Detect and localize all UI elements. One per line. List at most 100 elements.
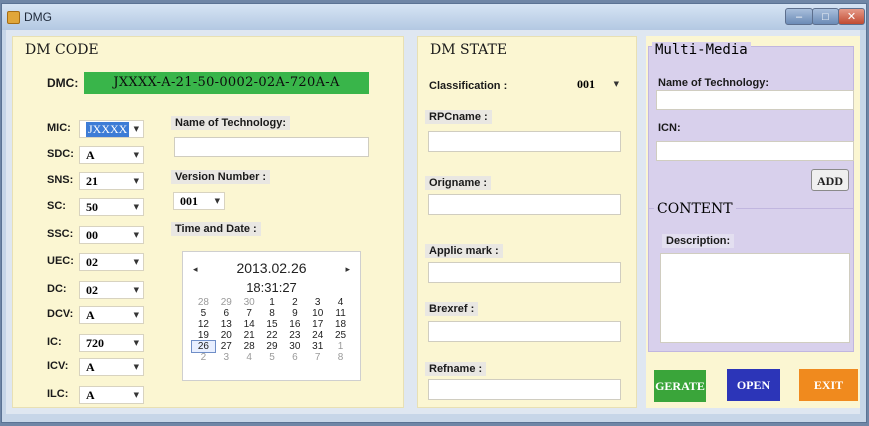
calendar-day[interactable]: 1 xyxy=(329,341,352,352)
icn-input[interactable] xyxy=(656,141,854,161)
field-value: 00 xyxy=(86,228,98,242)
field-select[interactable]: JXXXX ▼ xyxy=(79,120,144,138)
calendar-day[interactable]: 28 xyxy=(192,297,215,308)
calendar-day[interactable]: 26 xyxy=(191,340,216,353)
exit-button[interactable]: EXIT xyxy=(799,369,858,401)
calendar-day[interactable]: 7 xyxy=(306,352,329,363)
calendar-day[interactable]: 18 xyxy=(329,319,352,330)
field-select[interactable]: A ▼ xyxy=(79,358,144,376)
date-time-calendar[interactable]: ◂ ▸ 2013.02.26 18:31:27 28 29 30 1 2 3 4 5 6 7 8 9 1… xyxy=(182,251,361,381)
calendar-day[interactable]: 14 xyxy=(238,319,261,330)
field-label: SNS: xyxy=(47,174,74,186)
calendar-day[interactable]: 17 xyxy=(306,319,329,330)
calendar-day[interactable]: 29 xyxy=(215,297,238,308)
classification-select[interactable]: 001 ▼ xyxy=(571,76,623,94)
calendar-day[interactable]: 3 xyxy=(215,352,238,363)
calendar-day[interactable]: 29 xyxy=(261,341,284,352)
calendar-day[interactable]: 25 xyxy=(329,330,352,341)
chevron-down-icon: ▼ xyxy=(133,203,139,211)
name-of-technology-input[interactable] xyxy=(174,137,369,157)
window-title: DMG xyxy=(24,10,52,24)
brexref-input[interactable] xyxy=(428,321,621,342)
calendar-day[interactable]: 19 xyxy=(192,330,215,341)
close-button[interactable]: ✕ xyxy=(838,8,865,25)
calendar-day[interactable]: 27 xyxy=(215,341,238,352)
field-label: DC: xyxy=(47,283,67,295)
calendar-day[interactable]: 5 xyxy=(192,308,215,319)
field-value: JXXXX xyxy=(86,122,130,137)
calendar-day[interactable]: 8 xyxy=(329,352,352,363)
chevron-down-icon: ▼ xyxy=(133,125,139,133)
field-label: ICV: xyxy=(47,360,69,372)
origname-input[interactable] xyxy=(428,194,621,215)
generate-button[interactable]: GERATE xyxy=(654,370,706,402)
dm-code-legend: DM CODE xyxy=(22,42,102,58)
field-select[interactable]: 02 ▼ xyxy=(79,281,144,299)
field-select[interactable]: A ▼ xyxy=(79,306,144,324)
version-number-select[interactable]: 001 ▼ xyxy=(173,192,225,210)
calendar-day[interactable]: 10 xyxy=(306,308,329,319)
description-textarea[interactable] xyxy=(660,253,850,343)
refname-input[interactable] xyxy=(428,379,621,400)
field-select[interactable]: 02 ▼ xyxy=(79,253,144,271)
chevron-down-icon: ▼ xyxy=(613,80,619,88)
calendar-day[interactable]: 11 xyxy=(329,308,352,319)
calendar-day[interactable]: 16 xyxy=(283,319,306,330)
title-bar: DMG – □ ✕ xyxy=(2,4,866,30)
multimedia-legend: Multi-Media xyxy=(652,42,751,58)
calendar-day[interactable]: 3 xyxy=(306,297,329,308)
calendar-day[interactable]: 6 xyxy=(215,308,238,319)
calendar-day[interactable]: 21 xyxy=(238,330,261,341)
calendar-day[interactable]: 2 xyxy=(192,352,215,363)
calendar-day[interactable]: 7 xyxy=(238,308,261,319)
calendar-day[interactable]: 5 xyxy=(261,352,284,363)
calendar-day[interactable]: 31 xyxy=(306,341,329,352)
calendar-day[interactable]: 9 xyxy=(283,308,306,319)
calendar-day[interactable]: 4 xyxy=(329,297,352,308)
mm-name-of-technology-input[interactable] xyxy=(656,90,854,110)
rpcname-input[interactable] xyxy=(428,131,621,152)
calendar-day[interactable]: 24 xyxy=(306,330,329,341)
calendar-day[interactable]: 12 xyxy=(192,319,215,330)
calendar-day[interactable]: 1 xyxy=(261,297,284,308)
calendar-day[interactable]: 22 xyxy=(261,330,284,341)
dmc-value: JXXXX-A-21-50-0002-02A-720A-A xyxy=(84,72,369,94)
calendar-day[interactable]: 23 xyxy=(283,330,306,341)
dm-state-legend: DM STATE xyxy=(427,42,511,58)
field-value: A xyxy=(86,360,95,374)
classification-label: Classification : xyxy=(429,80,508,92)
calendar-day[interactable]: 28 xyxy=(238,341,261,352)
field-select[interactable]: A ▼ xyxy=(79,146,144,164)
field-select[interactable]: 00 ▼ xyxy=(79,226,144,244)
chevron-down-icon: ▼ xyxy=(133,286,139,294)
brexref-label: Brexref : xyxy=(425,302,479,316)
calendar-day[interactable]: 20 xyxy=(215,330,238,341)
calendar-day[interactable]: 30 xyxy=(238,297,261,308)
rpcname-label: RPCname : xyxy=(425,110,492,124)
calendar-day[interactable]: 6 xyxy=(283,352,306,363)
minimize-button[interactable]: – xyxy=(785,8,813,25)
calendar-grid: 28 29 30 1 2 3 4 5 6 7 8 9 10 11 12 13 14 15 16 17 18 19 20 21 2… xyxy=(191,297,352,363)
field-select[interactable]: A ▼ xyxy=(79,386,144,404)
chevron-down-icon: ▼ xyxy=(133,311,139,319)
calendar-month: 2013.02.26 xyxy=(236,260,307,276)
field-select[interactable]: 50 ▼ xyxy=(79,198,144,216)
orignome-label: Origname : xyxy=(425,176,492,190)
calendar-day[interactable]: 4 xyxy=(238,352,261,363)
field-select[interactable]: 720 ▼ xyxy=(79,334,144,352)
field-value: 720 xyxy=(86,336,104,350)
applic-mark-label: Applic mark : xyxy=(425,244,503,258)
add-button[interactable]: ADD xyxy=(811,169,849,191)
calendar-day[interactable]: 15 xyxy=(261,319,284,330)
time-and-date-label: Time and Date : xyxy=(171,222,261,236)
calendar-day[interactable]: 2 xyxy=(283,297,306,308)
calendar-day[interactable]: 13 xyxy=(215,319,238,330)
maximize-button[interactable]: □ xyxy=(812,8,839,25)
open-button[interactable]: OPEN xyxy=(727,369,780,401)
calendar-day[interactable]: 30 xyxy=(283,341,306,352)
applic-mark-input[interactable] xyxy=(428,262,621,283)
field-select[interactable]: 21 ▼ xyxy=(79,172,144,190)
chevron-down-icon: ▼ xyxy=(133,363,139,371)
calendar-day[interactable]: 8 xyxy=(261,308,284,319)
field-label: SC: xyxy=(47,200,66,212)
